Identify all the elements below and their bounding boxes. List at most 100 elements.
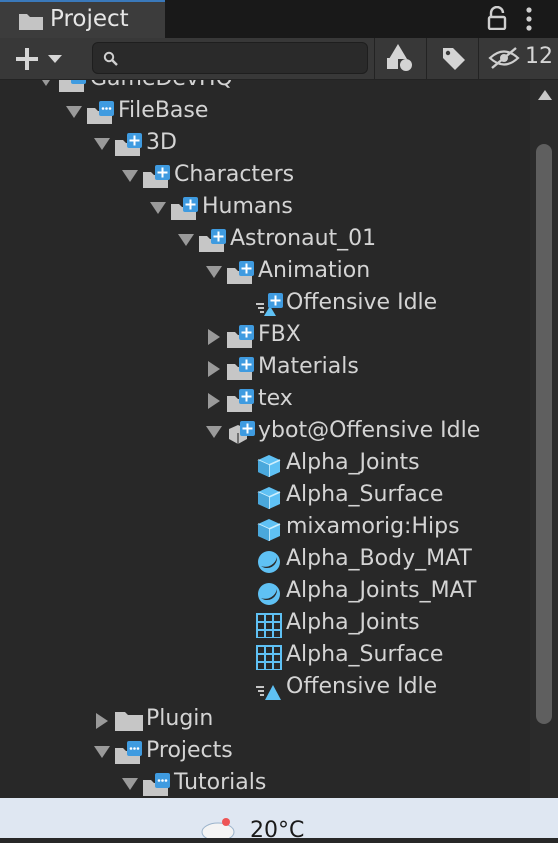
tree-item[interactable]: Characters xyxy=(0,161,530,193)
tree-item[interactable]: Offensive Idle xyxy=(0,289,530,321)
tree-item[interactable]: Humans xyxy=(0,193,530,225)
expand-arrow-right-icon[interactable] xyxy=(208,329,220,345)
tree-item-label: Offensive Idle xyxy=(286,674,438,699)
expand-arrow-down-icon[interactable] xyxy=(206,266,222,278)
tree-item-label: mixamorig:Hips xyxy=(286,514,460,539)
expand-arrow-down-icon[interactable] xyxy=(178,234,194,246)
tree-item-label: FileBase xyxy=(118,98,209,123)
mesh-cube-icon xyxy=(257,487,281,509)
tree-item-label: tex xyxy=(258,386,293,411)
expand-arrow-right-icon[interactable] xyxy=(208,361,220,377)
expand-arrow-right-icon[interactable] xyxy=(208,393,220,409)
tree-item[interactable]: Tutorials xyxy=(0,769,530,798)
project-tree: GameDevHQ FileBase 3D Characters Humans Astro… xyxy=(0,80,530,798)
expand-arrow-down-icon[interactable] xyxy=(38,80,54,86)
mesh-grid-icon xyxy=(256,613,282,638)
tree-item-label: Alpha_Joints_MAT xyxy=(286,578,477,603)
tree-item-label: Alpha_Joints xyxy=(286,450,420,475)
search-input[interactable] xyxy=(125,45,355,71)
folder-plus-icon xyxy=(227,357,254,380)
tree-item-label: Plugin xyxy=(146,706,214,731)
tree-item[interactable]: Alpha_Joints_MAT xyxy=(0,577,530,609)
scrollbar-thumb[interactable] xyxy=(536,144,552,724)
tree-item[interactable]: Alpha_Surface xyxy=(0,481,530,513)
plus-dropdown-icon xyxy=(16,48,62,70)
expand-arrow-down-icon[interactable] xyxy=(66,106,82,118)
tree-item[interactable]: Animation xyxy=(0,257,530,289)
scroll-up-arrow-icon[interactable] xyxy=(538,90,552,100)
tree-item[interactable]: ybot@Offensive Idle xyxy=(0,417,530,449)
tree-item-label: Tutorials xyxy=(174,770,267,795)
tree-item[interactable]: Projects xyxy=(0,737,530,769)
search-by-label-button[interactable] xyxy=(426,38,478,79)
folder-package-icon xyxy=(143,773,170,796)
mesh-cube-icon xyxy=(257,519,281,541)
weather-temperature: 20°C xyxy=(250,818,305,843)
folder-icon xyxy=(115,712,143,731)
folder-plus-icon xyxy=(199,229,226,252)
tree-item-label: Projects xyxy=(146,738,233,763)
tree-item[interactable]: FileBase xyxy=(0,97,530,129)
tree-item-label: Astronaut_01 xyxy=(230,226,377,251)
eye-slash-icon xyxy=(488,47,520,69)
folder-package-icon xyxy=(59,80,86,92)
folder-plus-icon xyxy=(171,197,198,220)
hidden-package-count: 12 xyxy=(525,44,553,69)
tree-item[interactable]: FBX xyxy=(0,321,530,353)
project-toolbar: 12 xyxy=(0,38,558,80)
weather-icon xyxy=(201,818,235,838)
tree-item[interactable]: Alpha_Surface xyxy=(0,641,530,673)
tree-item-label: Alpha_Joints xyxy=(286,610,420,635)
tree-item[interactable]: Offensive Idle xyxy=(0,673,530,705)
tree-item-label: GameDevHQ xyxy=(90,80,233,91)
folder-package-icon xyxy=(87,101,114,124)
shapes-filter-icon xyxy=(387,44,412,71)
tree-item[interactable]: Alpha_Body_MAT xyxy=(0,545,530,577)
animation-clip-icon xyxy=(256,685,281,700)
search-field[interactable] xyxy=(92,42,368,74)
tree-item[interactable]: Plugin xyxy=(0,705,530,737)
expand-arrow-right-icon[interactable] xyxy=(96,713,108,729)
more-options-icon[interactable] xyxy=(524,7,534,31)
expand-arrow-down-icon[interactable] xyxy=(150,202,166,214)
expand-arrow-down-icon[interactable] xyxy=(122,170,138,182)
folder-plus-icon xyxy=(227,389,254,412)
search-by-type-button[interactable] xyxy=(374,38,426,79)
tree-item-label: Materials xyxy=(258,354,359,379)
tree-item[interactable]: GameDevHQ xyxy=(0,80,530,97)
mesh-grid-icon xyxy=(256,645,282,670)
tree-item-label: FBX xyxy=(258,322,301,347)
tree-item-label: Characters xyxy=(174,162,295,187)
material-sphere-icon xyxy=(258,551,280,573)
lock-icon[interactable] xyxy=(486,6,508,30)
hidden-packages-toggle[interactable]: 12 xyxy=(478,38,558,79)
model-prefab-plus-icon xyxy=(229,421,255,444)
tree-item-label: Alpha_Body_MAT xyxy=(286,546,472,571)
create-asset-button[interactable] xyxy=(10,44,68,74)
expand-arrow-down-icon[interactable] xyxy=(94,746,110,758)
tree-item-label: Alpha_Surface xyxy=(286,642,444,667)
tree-item-label: Alpha_Surface xyxy=(286,482,444,507)
tree-item[interactable]: Astronaut_01 xyxy=(0,225,530,257)
window-tab-bar: Project xyxy=(0,0,558,38)
search-icon xyxy=(103,51,118,66)
folder-plus-icon xyxy=(143,165,170,188)
tree-item-label: Offensive Idle xyxy=(286,290,438,315)
tree-item[interactable]: Alpha_Joints xyxy=(0,609,530,641)
expand-arrow-down-icon[interactable] xyxy=(94,138,110,150)
folder-plus-icon xyxy=(115,133,142,156)
os-taskbar: 20°C xyxy=(0,798,558,843)
expand-arrow-down-icon[interactable] xyxy=(206,426,222,438)
tree-item[interactable]: tex xyxy=(0,385,530,417)
folder-package-icon xyxy=(115,741,142,764)
tree-item[interactable]: 3D xyxy=(0,129,530,161)
folder-plus-icon xyxy=(227,325,254,348)
tree-item[interactable]: Materials xyxy=(0,353,530,385)
vertical-scrollbar[interactable] xyxy=(530,80,558,798)
project-tab[interactable]: Project xyxy=(0,0,165,38)
tree-item[interactable]: mixamorig:Hips xyxy=(0,513,530,545)
expand-arrow-down-icon[interactable] xyxy=(122,778,138,790)
tree-item-label: Humans xyxy=(202,194,293,219)
tree-item[interactable]: Alpha_Joints xyxy=(0,449,530,481)
tree-item-label: ybot@Offensive Idle xyxy=(258,418,481,443)
